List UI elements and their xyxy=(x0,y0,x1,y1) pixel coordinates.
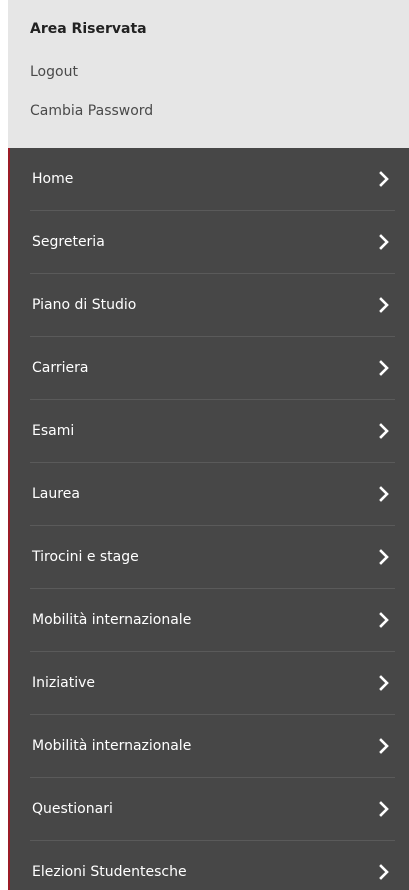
menu-item-laurea[interactable]: Laurea xyxy=(30,463,395,526)
menu-item-segreteria[interactable]: Segreteria xyxy=(30,211,395,274)
chevron-right-icon xyxy=(379,737,391,755)
menu-item-questionari[interactable]: Questionari xyxy=(30,778,395,841)
menu-item-label: Tirocini e stage xyxy=(32,549,139,565)
chevron-right-icon xyxy=(379,233,391,251)
menu-item-label: Elezioni Studentesche xyxy=(32,864,187,880)
menu-item-label: Home xyxy=(32,171,74,187)
chevron-right-icon xyxy=(379,863,391,881)
menu-item-label: Questionari xyxy=(32,801,113,817)
menu-item-label: Iniziative xyxy=(32,675,95,691)
chevron-right-icon xyxy=(379,611,391,629)
menu-item-mobilita-internazionale[interactable]: Mobilità internazionale xyxy=(30,589,395,652)
change-password-link[interactable]: Cambia Password xyxy=(30,102,153,120)
menu-item-label: Piano di Studio xyxy=(32,297,137,313)
menu-item-elezioni-studentesche[interactable]: Elezioni Studentesche xyxy=(30,841,395,890)
menu-item-label: Segreteria xyxy=(32,234,105,250)
chevron-right-icon xyxy=(379,422,391,440)
page: Area Riservata Logout Cambia Password Ho… xyxy=(0,0,409,890)
menu-item-tirocini-e-stage[interactable]: Tirocini e stage xyxy=(30,526,395,589)
menu-item-esami[interactable]: Esami xyxy=(30,400,395,463)
chevron-right-icon xyxy=(379,800,391,818)
menu-item-label: Mobilità internazionale xyxy=(32,612,192,628)
menu-item-label: Mobilità internazionale xyxy=(32,738,192,754)
chevron-right-icon xyxy=(379,359,391,377)
chevron-right-icon xyxy=(379,548,391,566)
menu-item-piano-di-studio[interactable]: Piano di Studio xyxy=(30,274,395,337)
menu-item-label: Laurea xyxy=(32,486,80,502)
menu-item-label: Carriera xyxy=(32,360,89,376)
menu-item-label: Esami xyxy=(32,423,75,439)
chevron-right-icon xyxy=(379,674,391,692)
menu-item-mobilita-internazionale-2[interactable]: Mobilità internazionale xyxy=(30,715,395,778)
chevron-right-icon xyxy=(379,170,391,188)
reserved-area-title: Area Riservata xyxy=(30,21,147,37)
menu-item-carriera[interactable]: Carriera xyxy=(30,337,395,400)
menu-item-iniziative[interactable]: Iniziative xyxy=(30,652,395,715)
chevron-right-icon xyxy=(379,296,391,314)
reserved-area-panel: Area Riservata Logout Cambia Password xyxy=(8,0,409,148)
main-menu: Home Segreteria Piano di Studio Carriera… xyxy=(8,148,409,890)
chevron-right-icon xyxy=(379,485,391,503)
logout-link[interactable]: Logout xyxy=(30,63,78,81)
menu-item-home[interactable]: Home xyxy=(30,148,395,211)
